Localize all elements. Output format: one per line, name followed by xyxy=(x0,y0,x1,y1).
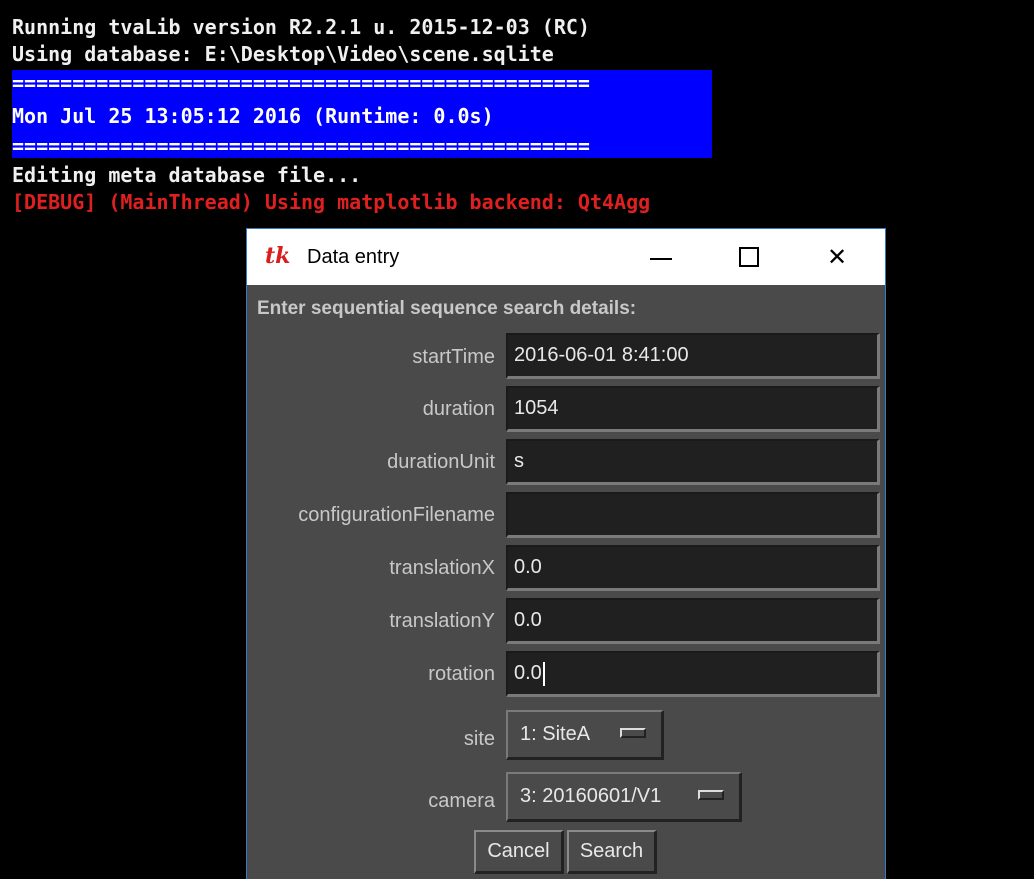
configurationfilename-field[interactable] xyxy=(506,492,880,538)
camera-label: camera xyxy=(428,790,495,812)
console-separator-top: ========================================… xyxy=(12,72,590,94)
data-entry-dialog: tk Data entry ✕ Enter sequential sequenc… xyxy=(246,228,886,879)
tk-app-icon: tk xyxy=(265,243,291,269)
camera-option-menu[interactable]: 3: 20160601/V1 xyxy=(506,772,742,822)
translationx-field[interactable]: 0.0 xyxy=(506,545,880,591)
translationy-field[interactable]: 0.0 xyxy=(506,598,880,644)
duration-label: duration xyxy=(422,398,495,420)
console-line-database: Using database: E:\Desktop\Video\scene.s… xyxy=(12,42,554,66)
starttime-label: startTime xyxy=(412,346,495,368)
search-button[interactable]: Search xyxy=(567,830,657,874)
dialog-body: Enter sequential sequence search details… xyxy=(247,285,885,879)
maximize-button[interactable] xyxy=(717,229,781,285)
site-label: site xyxy=(463,728,495,750)
console-line-timestamp: Mon Jul 25 13:05:12 2016 (Runtime: 0.0s) xyxy=(12,104,494,129)
dialog-prompt: Enter sequential sequence search details… xyxy=(257,298,637,319)
option-menu-indicator-icon xyxy=(698,790,724,800)
console-separator-bottom: ========================================… xyxy=(12,135,590,157)
starttime-value: 2016-06-01 8:41:00 xyxy=(514,344,689,366)
close-button[interactable]: ✕ xyxy=(805,229,869,285)
durationunit-label: durationUnit xyxy=(387,451,495,473)
durationunit-value: s xyxy=(514,450,524,472)
console-line-version: Running tvaLib version R2.2.1 u. 2015-12… xyxy=(12,15,590,39)
rotation-label: rotation xyxy=(428,663,495,685)
maximize-icon xyxy=(739,247,759,267)
rotation-value: 0.0 xyxy=(514,662,542,684)
console-line-editing: Editing meta database file... xyxy=(12,163,362,187)
text-caret xyxy=(542,661,545,686)
option-menu-indicator-icon xyxy=(620,728,646,738)
close-icon: ✕ xyxy=(826,243,848,271)
cancel-button[interactable]: Cancel xyxy=(474,830,564,874)
minimize-icon xyxy=(650,258,672,260)
durationunit-field[interactable]: s xyxy=(506,439,880,485)
rotation-field[interactable]: 0.0 xyxy=(506,651,880,697)
configurationfilename-label: configurationFilename xyxy=(298,504,495,526)
dialog-titlebar[interactable]: tk Data entry ✕ xyxy=(247,229,885,285)
duration-field[interactable]: 1054 xyxy=(506,386,880,432)
minimize-button[interactable] xyxy=(629,229,693,285)
translationy-value: 0.0 xyxy=(514,609,542,631)
camera-value: 3: 20160601/V1 xyxy=(520,785,662,807)
translationx-value: 0.0 xyxy=(514,556,542,578)
site-option-menu[interactable]: 1: SiteA xyxy=(506,710,664,760)
console-line-debug: [DEBUG] (MainThread) Using matplotlib ba… xyxy=(12,190,651,214)
starttime-field[interactable]: 2016-06-01 8:41:00 xyxy=(506,333,880,379)
duration-value: 1054 xyxy=(514,397,559,419)
translationy-label: translationY xyxy=(389,610,495,632)
dialog-title: Data entry xyxy=(307,246,400,268)
site-value: 1: SiteA xyxy=(520,723,591,745)
translationx-label: translationX xyxy=(389,557,495,579)
